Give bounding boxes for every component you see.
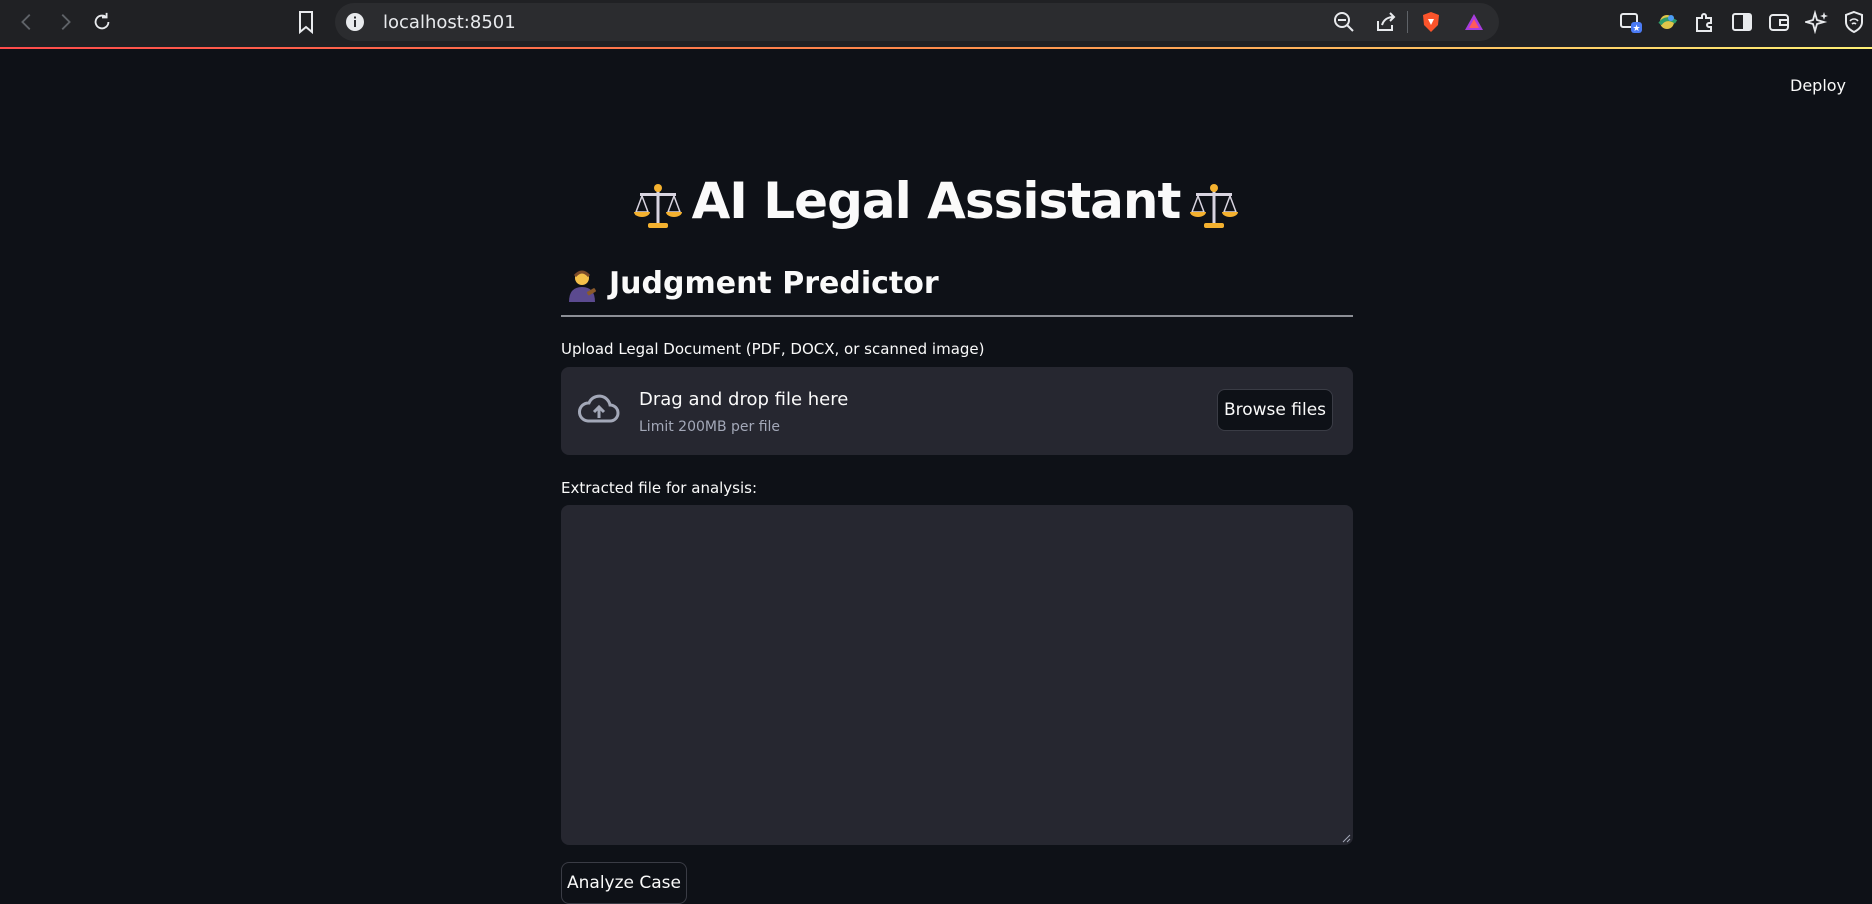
svg-text:★: ★ <box>1632 24 1640 34</box>
back-button[interactable] <box>11 6 43 38</box>
deploy-button[interactable]: Deploy <box>1790 76 1846 95</box>
vpn-icon[interactable] <box>1842 10 1866 34</box>
sidebar-icon[interactable] <box>1730 10 1754 34</box>
info-icon[interactable] <box>345 12 365 32</box>
analyze-case-button[interactable]: Analyze Case <box>561 862 687 904</box>
puzzle-icon[interactable] <box>1693 10 1717 34</box>
upload-limit-text: Limit 200MB per file <box>639 419 781 435</box>
section-divider <box>561 315 1353 317</box>
page-title-text: AI Legal Assistant <box>691 172 1182 230</box>
section-subheader: Judgment Predictor <box>565 266 939 302</box>
extracted-text-area[interactable] <box>561 505 1353 845</box>
cloud-upload-icon <box>578 394 620 423</box>
browse-files-button[interactable]: Browse files <box>1217 389 1333 431</box>
leo-ai-icon[interactable] <box>1805 10 1829 34</box>
scales-emoji <box>1190 183 1239 228</box>
brave-rewards-icon[interactable] <box>1463 11 1485 33</box>
page-title: AI Legal Assistant <box>560 172 1312 231</box>
share-icon[interactable] <box>1375 11 1397 33</box>
forward-button[interactable] <box>49 6 81 38</box>
address-bar[interactable]: localhost:8501 <box>335 3 1499 41</box>
url-text: localhost:8501 <box>383 12 516 33</box>
back-icon <box>21 14 31 30</box>
extracted-label: Extracted file for analysis: <box>561 479 758 497</box>
judge-emoji <box>569 270 596 302</box>
section-subheader-text: Judgment Predictor <box>609 266 939 301</box>
reload-button[interactable] <box>86 6 118 38</box>
extension-icon[interactable] <box>1655 10 1679 34</box>
upload-label: Upload Legal Document (PDF, DOCX, or sca… <box>561 340 985 358</box>
brave-shield-icon[interactable] <box>1420 11 1442 33</box>
bookmark-icon[interactable] <box>294 9 318 35</box>
picture-in-picture-icon[interactable]: ★ <box>1619 10 1643 34</box>
resize-grip-icon[interactable] <box>1341 833 1351 843</box>
file-uploader-dropzone[interactable]: Drag and drop file here Limit 200MB per … <box>561 367 1353 455</box>
address-divider <box>1407 11 1408 33</box>
upload-drop-text: Drag and drop file here <box>639 389 849 410</box>
forward-icon <box>61 14 71 30</box>
reload-icon <box>94 12 110 30</box>
browser-toolbar: localhost:8501 ★ <box>0 0 1872 47</box>
wallet-icon[interactable] <box>1767 10 1791 34</box>
zoom-icon[interactable] <box>1333 11 1355 33</box>
scales-emoji <box>633 183 682 228</box>
app-decoration-line <box>0 47 1872 49</box>
